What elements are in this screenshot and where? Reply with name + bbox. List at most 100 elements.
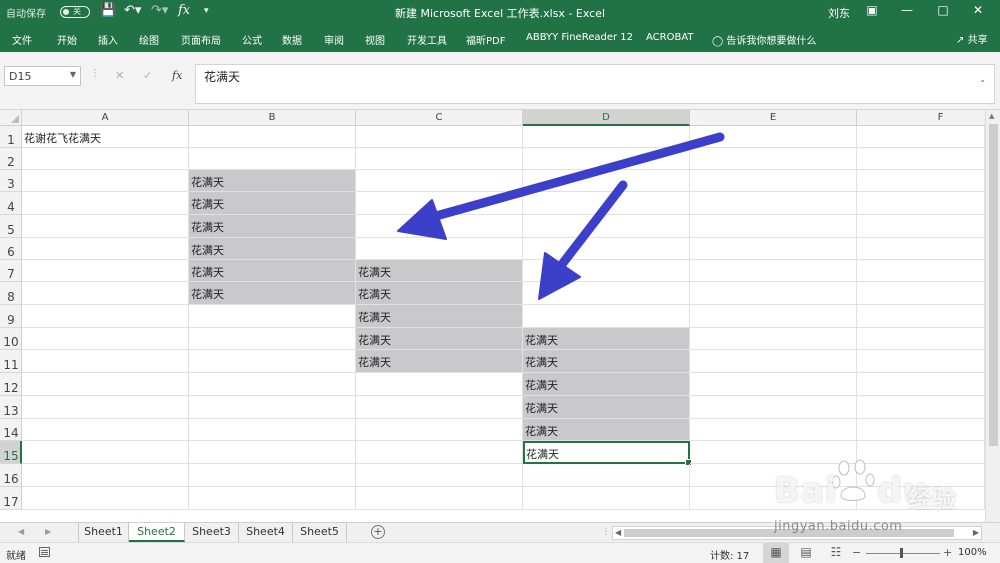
- cell-b1[interactable]: [189, 126, 356, 148]
- cell-d4[interactable]: [523, 192, 690, 215]
- cell-f12[interactable]: [857, 373, 985, 396]
- cell-e7[interactable]: [690, 260, 857, 282]
- cell-d8[interactable]: [523, 282, 690, 305]
- cell-a2[interactable]: [22, 148, 189, 170]
- cell-d14[interactable]: 花满天: [523, 419, 690, 441]
- vertical-scrollbar[interactable]: ▲: [985, 110, 1000, 522]
- tab-abbyy[interactable]: ABBYY FineReader 12: [526, 32, 633, 43]
- macro-record-icon[interactable]: [39, 547, 50, 557]
- tab-developer[interactable]: 开发工具: [407, 32, 447, 47]
- row-header-5[interactable]: 5: [0, 215, 22, 238]
- cell-b10[interactable]: [189, 328, 356, 350]
- expand-formula-bar-icon[interactable]: ⌃: [979, 79, 986, 88]
- cell-d13[interactable]: 花满天: [523, 396, 690, 419]
- user-name[interactable]: 刘东: [828, 5, 850, 21]
- cell-d16[interactable]: [523, 464, 690, 487]
- cell-f8[interactable]: [857, 282, 985, 305]
- row-header-2[interactable]: 2: [0, 148, 22, 170]
- cell-b11[interactable]: [189, 350, 356, 373]
- cell-e12[interactable]: [690, 373, 857, 396]
- cell-e10[interactable]: [690, 328, 857, 350]
- row-header-7[interactable]: 7: [0, 260, 22, 282]
- undo-icon[interactable]: ↶▾: [124, 3, 141, 18]
- redo-icon[interactable]: ↷▾: [151, 3, 168, 18]
- cell-a11[interactable]: [22, 350, 189, 373]
- cell-c5[interactable]: [356, 215, 523, 238]
- cell-a8[interactable]: [22, 282, 189, 305]
- scroll-left-icon[interactable]: ◀: [615, 528, 621, 537]
- cell-c2[interactable]: [356, 148, 523, 170]
- cell-e14[interactable]: [690, 419, 857, 441]
- cell-c10[interactable]: 花满天: [356, 328, 523, 350]
- cell-c11[interactable]: 花满天: [356, 350, 523, 373]
- minimize-icon[interactable]: —: [898, 3, 916, 17]
- cell-e8[interactable]: [690, 282, 857, 305]
- row-header-16[interactable]: 16: [0, 464, 22, 487]
- cell-c14[interactable]: [356, 419, 523, 441]
- cancel-icon[interactable]: ✕: [115, 69, 124, 82]
- customize-qat-icon[interactable]: ▾: [204, 6, 209, 16]
- cell-b9[interactable]: [189, 305, 356, 328]
- cell-d3[interactable]: [523, 170, 690, 192]
- worksheet-grid[interactable]: A B C D E F 1 2 3 4 5 6 7 8 9 10 11 12 13 14 15 16 17 花谢花飞花满天 花满…: [0, 110, 1000, 522]
- row-header-1[interactable]: 1: [0, 126, 22, 148]
- cell-c4[interactable]: [356, 192, 523, 215]
- cell-f4[interactable]: [857, 192, 985, 215]
- cell-f17[interactable]: [857, 487, 985, 510]
- tell-me-box[interactable]: ◯ 告诉我你想要做什么: [712, 32, 816, 47]
- cell-e5[interactable]: [690, 215, 857, 238]
- normal-view-icon[interactable]: ▦: [763, 543, 789, 563]
- zoom-out-icon[interactable]: −: [852, 546, 861, 559]
- cell-c3[interactable]: [356, 170, 523, 192]
- cell-b15[interactable]: [189, 441, 356, 464]
- next-sheet-icon[interactable]: ▶: [45, 527, 51, 536]
- cell-f14[interactable]: [857, 419, 985, 441]
- row-header-12[interactable]: 12: [0, 373, 22, 396]
- sheet-tab-sheet5[interactable]: Sheet5: [293, 523, 347, 542]
- cell-c17[interactable]: [356, 487, 523, 510]
- cell-f7[interactable]: [857, 260, 985, 282]
- page-layout-view-icon[interactable]: ▤: [793, 543, 819, 563]
- save-icon[interactable]: 💾: [100, 3, 116, 18]
- tab-draw[interactable]: 绘图: [139, 32, 159, 47]
- cell-a4[interactable]: [22, 192, 189, 215]
- row-header-10[interactable]: 10: [0, 328, 22, 350]
- tab-home[interactable]: 开始: [57, 32, 77, 47]
- cell-a15[interactable]: [22, 441, 189, 464]
- cell-b8[interactable]: 花满天: [189, 282, 356, 305]
- formula-bar-grip[interactable]: ⋮: [90, 68, 100, 79]
- share-button[interactable]: ↗ 共享: [956, 31, 988, 46]
- formula-input[interactable]: 花满天 ⌃: [195, 64, 995, 104]
- page-break-view-icon[interactable]: ☷: [823, 543, 849, 563]
- cell-a13[interactable]: [22, 396, 189, 419]
- row-header-8[interactable]: 8: [0, 282, 22, 305]
- cell-d7[interactable]: [523, 260, 690, 282]
- cell-b5[interactable]: 花满天: [189, 215, 356, 238]
- cell-c13[interactable]: [356, 396, 523, 419]
- cell-d11[interactable]: 花满天: [523, 350, 690, 373]
- cell-a17[interactable]: [22, 487, 189, 510]
- cell-f11[interactable]: [857, 350, 985, 373]
- scroll-up-icon[interactable]: ▲: [989, 112, 994, 120]
- cell-c15[interactable]: [356, 441, 523, 464]
- cell-f13[interactable]: [857, 396, 985, 419]
- cell-c7[interactable]: 花满天: [356, 260, 523, 282]
- column-header-b[interactable]: B: [189, 110, 356, 126]
- row-header-11[interactable]: 11: [0, 350, 22, 373]
- close-icon[interactable]: ✕: [969, 3, 987, 17]
- zoom-in-icon[interactable]: +: [943, 546, 952, 559]
- sheet-tab-sheet1[interactable]: Sheet1: [78, 523, 129, 542]
- cell-c8[interactable]: 花满天: [356, 282, 523, 305]
- zoom-slider-thumb[interactable]: [900, 548, 903, 558]
- cell-d9[interactable]: [523, 305, 690, 328]
- row-header-14[interactable]: 14: [0, 419, 22, 441]
- cell-d1[interactable]: [523, 126, 690, 148]
- row-header-9[interactable]: 9: [0, 305, 22, 328]
- tab-file[interactable]: 文件: [12, 32, 32, 47]
- cell-b4[interactable]: 花满天: [189, 192, 356, 215]
- insert-function-icon[interactable]: fx: [172, 69, 182, 82]
- tab-view[interactable]: 视图: [365, 32, 385, 47]
- cell-e2[interactable]: [690, 148, 857, 170]
- row-header-3[interactable]: 3: [0, 170, 22, 192]
- cell-a3[interactable]: [22, 170, 189, 192]
